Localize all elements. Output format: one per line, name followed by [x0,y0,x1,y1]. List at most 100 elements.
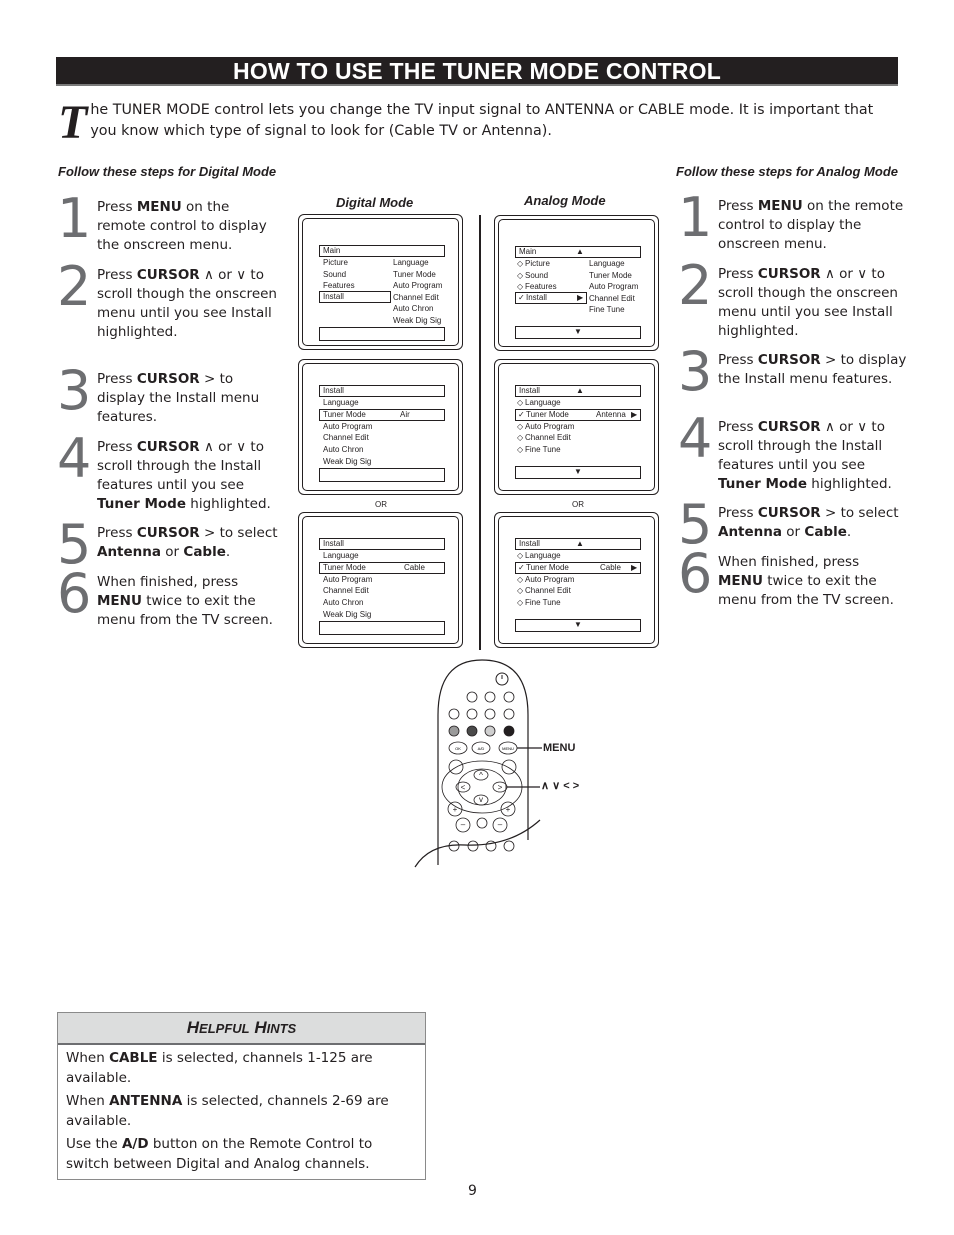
submenu-item: Channel Edit [589,293,635,303]
menu-callout: MENU [543,742,576,754]
ad-button-label: A/D [478,746,485,751]
submenu-item: Fine Tune [589,305,625,314]
menu-item: Language [525,398,561,407]
emphasis-text: MENU [97,593,142,609]
submenu-item: Language [589,259,625,268]
body-text: > to select [199,525,278,541]
menu-item: Auto Program [525,421,575,431]
digital-steps-heading: Follow these steps for Digital Mode [58,164,277,179]
body-text: highlighted. [186,496,271,512]
menu-title-bar: Main ▲ [515,246,641,258]
emphasis-text: CURSOR [136,371,200,387]
body-text: . [846,524,852,540]
menu-item: Tuner Mode [526,562,569,572]
analog-install-cable-screen: Install ▲ ◇ Language ✓ Tuner Mode Cable ▶ ◇ Auto … [494,512,659,648]
step-number: 6 [57,562,92,625]
diamond-bullet-icon: ◇ [517,598,524,608]
menu-item: Channel Edit [323,586,369,596]
diamond-bullet-icon: ◇ [517,421,524,431]
menu-item-selected: Install [319,291,391,303]
menu-item: Language [323,551,359,560]
yellow-button [484,725,496,737]
hint-item: When ANTENNA is selected, channels 2-69 … [58,1091,425,1131]
svg-text:–: – [461,820,466,829]
menu-item: Tuner Mode [323,409,366,419]
menu-item: Language [525,551,561,560]
tuner-mode-value: Cable [404,562,425,572]
diamond-bullet-icon: ◇ [517,398,524,407]
analog-install-antenna-screen: Install ▲ ◇ Language ✓ Tuner Mode Antenna ▶ ◇ Aut… [494,359,659,495]
step-number: 4 [678,407,713,470]
diamond-bullet-icon: ◇ [517,445,524,455]
menu-item: Channel Edit [525,433,571,443]
menu-item: Install [323,292,344,301]
column-divider [479,215,481,650]
menu-title-bar: Install [319,538,445,550]
digital-main-menu-screen: Main Picture Sound Features Install Language T… [298,214,463,350]
blue-button [503,725,515,737]
svg-text:–: – [498,820,503,829]
remote-control-illustration: OK A/D MENU ^ v < > + + – – [414,659,542,868]
menu-item: Fine Tune [525,445,561,455]
step-text: Press CURSOR ∧ or ∨ to scroll through th… [718,418,908,494]
submenu-item: Tuner Mode [393,269,436,279]
step-number: 3 [57,359,92,422]
emphasis-text: Antenna [718,524,782,540]
menu-item: Channel Edit [323,433,369,443]
digital-mode-label: Digital Mode [336,195,414,210]
digital-install-cable-screen: Install Language Tuner Mode Cable Auto Progr… [298,512,463,648]
menu-footer-bar: ▼ [515,326,641,339]
scroll-down-icon: ▼ [574,620,582,629]
scroll-up-icon: ▲ [576,539,584,548]
body-text: or [161,544,184,560]
menu-title: Install [519,386,540,395]
svg-text:+: + [506,805,511,814]
menu-title: Install [519,539,540,548]
hints-list: When CABLE is selected, channels 1-125 a… [58,1045,425,1174]
step-number: 1 [57,187,92,250]
menu-title-bar: Install ▲ [515,385,641,397]
menu-item: Picture [525,259,550,268]
submenu-item: Auto Program [589,282,639,291]
body-text: > to select [820,505,899,521]
diamond-bullet-icon: ◇ [517,551,524,560]
intro-paragraph: The TUNER MODE control lets you change t… [58,96,898,149]
step-text: Press CURSOR ∧ or ∨ to scroll though the… [97,266,282,342]
body-text: When [66,1093,110,1109]
hint-item: When CABLE is selected, channels 1-125 a… [58,1048,425,1088]
emphasis-text: A/D [121,1136,149,1152]
submenu-item: Language [393,258,429,267]
diamond-bullet-icon: ◇ [517,586,524,596]
emphasis-text: CURSOR [757,419,821,435]
step-number: 3 [678,340,713,403]
tuner-mode-value: Cable [600,562,621,572]
menu-title: Main [323,246,341,255]
body-text: Press [97,525,137,541]
scroll-up-icon: ▲ [576,386,584,395]
step-text: Press MENU on the remote control to disp… [718,197,908,254]
menu-button-label: MENU [502,746,514,751]
tuner-mode-value: Antenna [596,409,626,419]
menu-item-selected: Tuner Mode Cable [319,561,445,574]
menu-title-bar: Install [319,385,445,397]
body-text: Press [97,371,137,387]
cursor-callout: ∧ ∨ < > [541,780,580,792]
body-text: When [66,1050,110,1066]
power-button[interactable] [495,672,509,686]
emphasis-text: CURSOR [757,352,821,368]
diamond-bullet-icon: ◇ [517,270,524,280]
menu-item-selected: ✓ Install ▶ [515,292,587,304]
submenu-item: Auto Program [393,281,443,290]
menu-item: Auto Chron [323,598,364,608]
drop-cap: T [58,96,88,149]
emphasis-text: CABLE [109,1050,158,1066]
emphasis-text: CURSOR [757,266,821,282]
step-number: 4 [57,427,92,490]
menu-item: Tuner Mode [323,562,366,572]
menu-footer-bar [319,327,445,341]
step-text: Press CURSOR > to select Antenna or Cabl… [97,524,282,562]
menu-item: Features [525,282,557,291]
analog-mode-label: Analog Mode [524,193,606,208]
step-number: 2 [678,254,713,317]
svg-text:<: < [461,783,466,792]
